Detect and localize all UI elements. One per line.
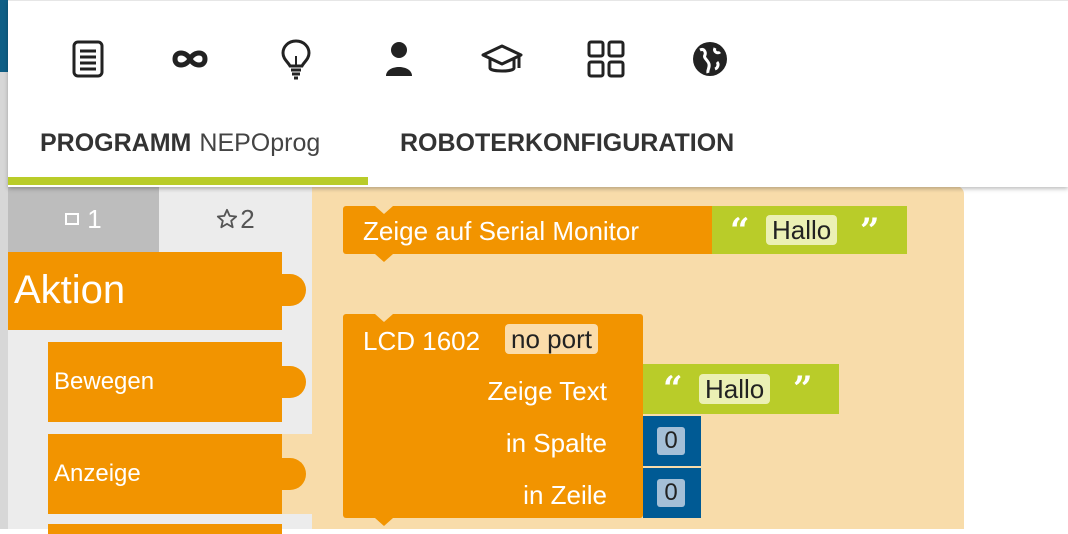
block-serial-monitor-label: Zeige auf Serial Monitor [363, 216, 640, 246]
close-quote-icon: ” [860, 211, 880, 251]
block-top-notch [375, 314, 393, 322]
category-anzeige[interactable]: Anzeige [48, 434, 306, 514]
star-icon [217, 208, 238, 229]
graduation-cap-icon[interactable] [480, 37, 524, 81]
block-toolbox: 1 2 Aktion Bewegen Anzeige [8, 186, 312, 534]
block-serial-monitor[interactable]: Zeige auf Serial Monitor [343, 206, 713, 262]
column-label: in Spalte [505, 428, 607, 458]
category-bewegen-label: Bewegen [54, 368, 155, 395]
tab-robot-configuration[interactable]: ROBOTERKONFIGURATION [400, 129, 734, 187]
block-bottom-notch [375, 518, 393, 526]
category-aktion[interactable]: Aktion [8, 252, 306, 330]
toolbox-tab-level-2[interactable]: 2 [159, 186, 312, 252]
number-block-column[interactable]: 0 [643, 416, 701, 466]
column-value[interactable]: 0 [657, 427, 685, 455]
toolbox-tab-level-2-label: 2 [240, 203, 255, 234]
close-quote-icon: ” [793, 369, 813, 409]
port-dropdown[interactable]: no port [505, 324, 598, 354]
program-list-icon[interactable] [66, 37, 110, 81]
category-bewegen[interactable]: Bewegen [48, 342, 306, 422]
program-workspace[interactable]: Zeige auf Serial Monitor “ Hallo ” LCD 1… [312, 186, 964, 529]
open-quote-icon: “ [730, 211, 750, 251]
user-icon[interactable] [377, 37, 421, 81]
background-window-edge [0, 0, 8, 529]
number-block-row[interactable]: 0 [643, 468, 701, 518]
category-tab-nub [282, 366, 306, 398]
block-lcd-1602[interactable]: LCD 1602 no port Zeige Text in Spalte in… [343, 314, 643, 526]
category-aktion-label: Aktion [14, 268, 126, 312]
square-icon [65, 213, 80, 225]
lightbulb-icon[interactable] [274, 37, 318, 81]
category-anzeige-label: Anzeige [54, 460, 141, 487]
infinity-icon[interactable] [168, 37, 212, 81]
block-top-notch [375, 206, 393, 214]
toolbox-tab-level-1-label: 1 [87, 203, 102, 234]
tab-robot-configuration-label: ROBOTERKONFIGURATION [400, 129, 735, 157]
toolbox-tab-level-1[interactable]: 1 [8, 186, 159, 252]
tab-program-label: PROGRAMM [40, 129, 192, 157]
category-tab-nub [282, 274, 306, 306]
text-value-serial[interactable]: Hallo [766, 215, 838, 245]
text-block-serial[interactable]: “ Hallo ” [712, 206, 907, 254]
text-value-lcd[interactable]: Hallo [699, 374, 771, 404]
row-label: in Zeile [523, 480, 607, 510]
text-block-lcd[interactable]: “ Hallo ” [643, 364, 839, 414]
globe-icon[interactable] [688, 37, 732, 81]
active-tab-indicator [8, 177, 368, 185]
grid-icon[interactable] [584, 37, 628, 81]
row-value[interactable]: 0 [657, 479, 685, 507]
top-navigation-bar: PROGRAMM NEPOprog ROBOTERKONFIGURATION [8, 0, 1068, 187]
show-text-label: Zeige Text [487, 376, 607, 406]
open-quote-icon: “ [663, 369, 683, 409]
block-bottom-notch [375, 254, 393, 262]
block-lcd-title: LCD 1602 [363, 326, 481, 356]
category-next[interactable] [48, 524, 282, 534]
background-window-accent [0, 0, 8, 72]
program-name: NEPOprog [199, 129, 321, 157]
